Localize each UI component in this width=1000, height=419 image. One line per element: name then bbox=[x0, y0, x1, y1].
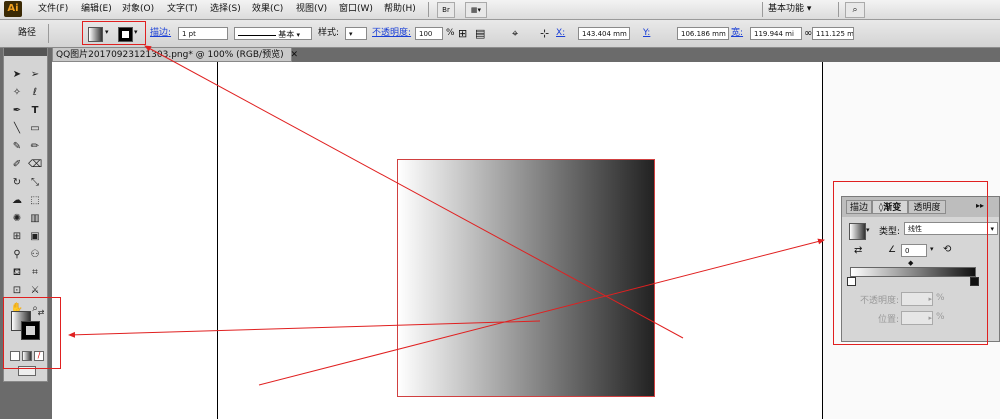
arrow-to-toolbox-fill bbox=[68, 320, 541, 338]
annotation-arrows bbox=[68, 45, 825, 386]
arrow-to-control-fill bbox=[144, 45, 684, 339]
